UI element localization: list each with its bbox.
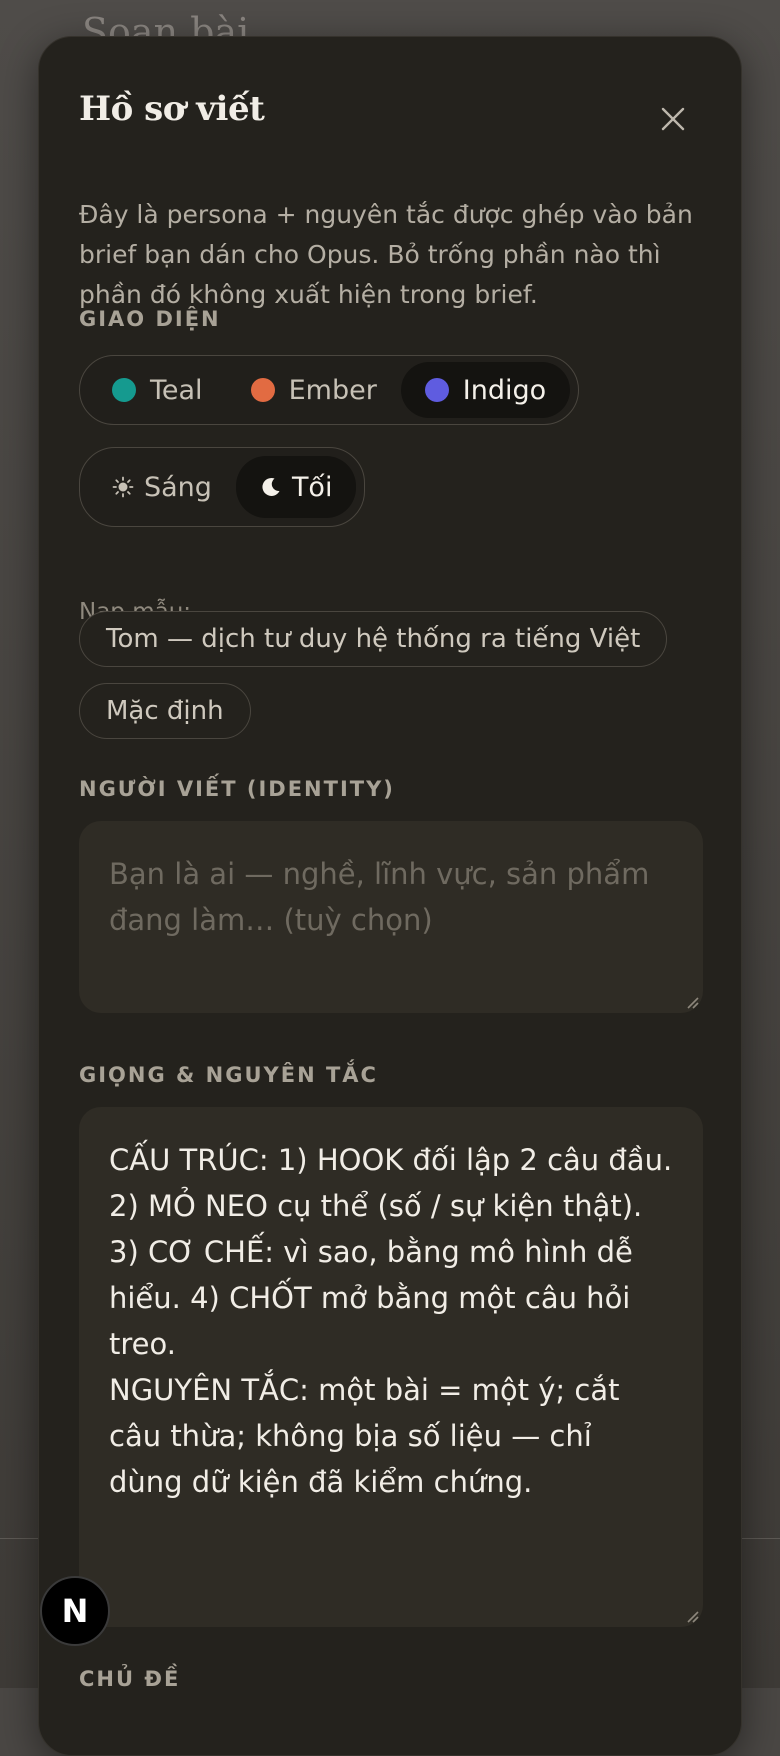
moon-icon: [260, 476, 282, 498]
resize-handle-icon[interactable]: [685, 1609, 699, 1623]
theme-selector: Teal Ember Indigo: [79, 355, 579, 425]
theme-option-ember[interactable]: Ember: [227, 362, 401, 418]
indigo-swatch-icon: [425, 378, 449, 402]
voice-value: CẤU TRÚC: 1) HOOK đối lập 2 câu đầu. 2) …: [109, 1143, 681, 1499]
teal-swatch-icon: [112, 378, 136, 402]
modal-description: Đây là persona + nguyên tắc được ghép và…: [79, 195, 699, 315]
theme-option-label: Teal: [150, 375, 203, 406]
mode-option-dark[interactable]: Tối: [236, 456, 357, 518]
ember-swatch-icon: [251, 378, 275, 402]
appearance-label: GIAO DIỆN: [79, 307, 221, 331]
writing-profile-modal: Hồ sơ viết Đây là persona + nguyên tắc đ…: [38, 36, 742, 1756]
voice-textarea[interactable]: CẤU TRÚC: 1) HOOK đối lập 2 câu đầu. 2) …: [79, 1107, 703, 1627]
mode-option-label: Sáng: [144, 472, 212, 503]
theme-option-label: Ember: [289, 375, 377, 406]
identity-placeholder: Bạn là ai — nghề, lĩnh vực, sản phẩm đan…: [109, 857, 649, 937]
theme-option-label: Indigo: [463, 375, 546, 406]
topics-label: CHỦ ĐỀ: [79, 1667, 180, 1691]
dev-badge-label: N: [62, 1592, 89, 1630]
modal-title: Hồ sơ viết: [79, 89, 264, 129]
close-icon: [660, 106, 686, 132]
mode-option-light[interactable]: Sáng: [88, 456, 236, 518]
mode-option-label: Tối: [292, 472, 333, 503]
identity-textarea[interactable]: Bạn là ai — nghề, lĩnh vực, sản phẩm đan…: [79, 821, 703, 1013]
identity-label: NGƯỜI VIẾT (IDENTITY): [79, 777, 395, 801]
dev-tools-badge[interactable]: N: [40, 1576, 110, 1646]
preset-default-button[interactable]: Mặc định: [79, 683, 251, 739]
theme-option-teal[interactable]: Teal: [88, 362, 227, 418]
resize-handle-icon[interactable]: [685, 995, 699, 1009]
close-button[interactable]: [653, 99, 693, 139]
preset-tom-button[interactable]: Tom — dịch tư duy hệ thống ra tiếng Việt: [79, 611, 667, 667]
mode-selector: Sáng Tối: [79, 447, 365, 527]
sun-icon: [112, 476, 134, 498]
voice-label: GIỌNG & NGUYÊN TẮC: [79, 1063, 378, 1087]
theme-option-indigo[interactable]: Indigo: [401, 362, 570, 418]
